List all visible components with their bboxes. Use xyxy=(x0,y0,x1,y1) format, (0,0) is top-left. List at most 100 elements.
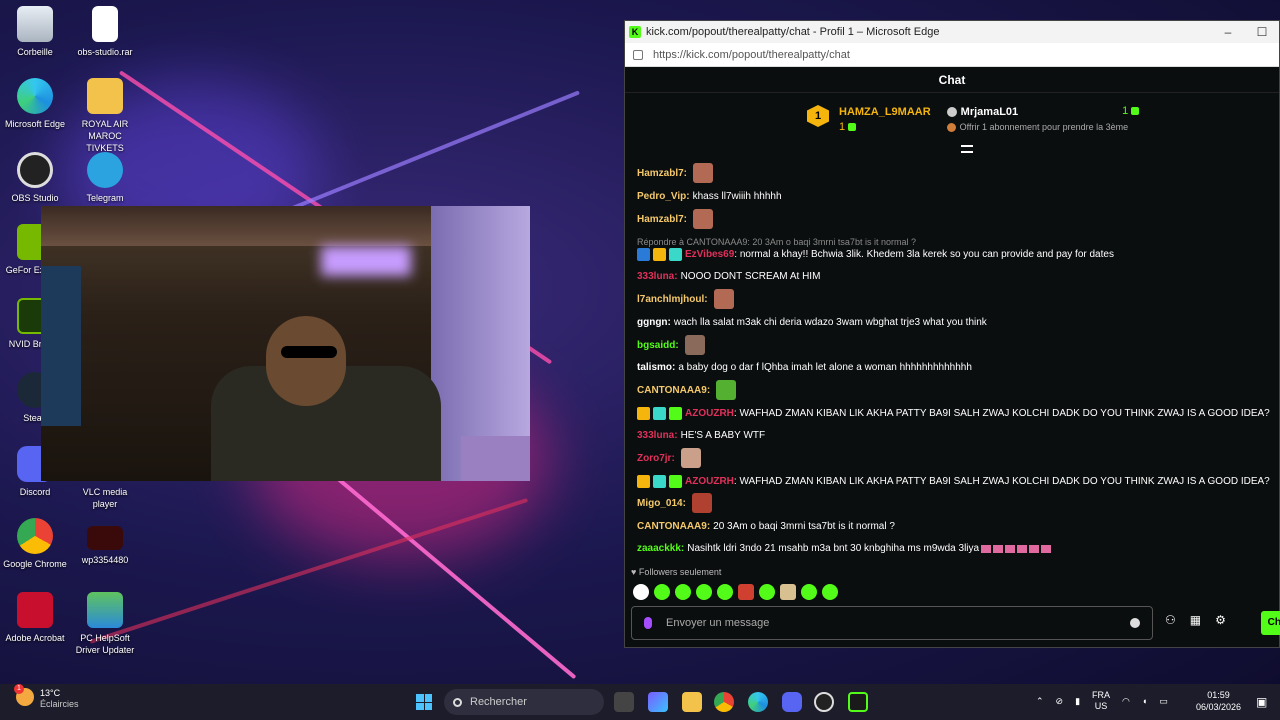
microphone-icon[interactable] xyxy=(644,617,652,629)
emote-icon[interactable] xyxy=(780,584,796,600)
chair xyxy=(461,436,530,481)
gift-cta[interactable]: Offrir 1 abonnement pour prendre la 3ème xyxy=(960,122,1128,132)
desktop-icon-wallpaper-file[interactable]: wp3354480 xyxy=(71,518,139,566)
volume-icon[interactable]: ◖ xyxy=(1142,696,1147,706)
microphone-tray-icon[interactable]: ▮ xyxy=(1075,696,1080,707)
desktop-icon-obs-rar[interactable]: obs-studio.rar xyxy=(71,6,139,58)
emote-icon[interactable] xyxy=(801,584,817,600)
send-button[interactable]: Ch xyxy=(1261,611,1280,635)
emote-icon xyxy=(993,544,1004,553)
chat-input-box[interactable] xyxy=(631,606,1153,640)
edge-taskbar-icon[interactable] xyxy=(748,692,768,712)
notification-badge: 1 xyxy=(14,684,24,694)
emote-icon xyxy=(1041,544,1052,553)
emote-icon[interactable] xyxy=(633,584,649,600)
wifi-icon[interactable]: ◠ xyxy=(1122,696,1130,707)
emote-icon[interactable] xyxy=(759,584,775,600)
verified-badge-icon xyxy=(637,248,650,261)
chat-message[interactable]: ggngn: wach lla salat m3ak chi deria wdaz… xyxy=(637,317,987,328)
weather-status: Éclaircies xyxy=(40,699,79,709)
chat-message[interactable]: AZOUZRH: WAFHAD ZMAN KIBAN LIK AKHA PATT… xyxy=(637,407,1270,420)
copilot-icon[interactable] xyxy=(648,692,668,712)
language-indicator[interactable]: FRA US xyxy=(1092,690,1110,712)
chat-tools: ⚇ ▦ ⚙ xyxy=(1165,613,1226,627)
notifications-icon[interactable]: ▣ xyxy=(1256,695,1267,709)
minimize-button[interactable]: – xyxy=(1211,25,1245,39)
network-off-icon[interactable]: ⊘ xyxy=(1056,696,1064,707)
followers-only-notice: ♥ Followers seulement xyxy=(631,567,722,577)
browser-window: K kick.com/popout/therealpatty/chat - Pr… xyxy=(624,20,1280,648)
gift-icon xyxy=(848,123,857,132)
weather-widget[interactable]: 1 13°C Éclaircies xyxy=(14,684,79,710)
top-gifter-name[interactable]: HAMZA_L9MAAR xyxy=(839,105,931,120)
gift-badge-icon xyxy=(669,475,682,488)
emote-icon xyxy=(693,163,714,183)
battery-icon[interactable]: ▭ xyxy=(1159,696,1168,707)
chat-message[interactable]: Pedro_Vip: khass ll7wiiih hhhhh xyxy=(637,191,782,202)
chat-message[interactable]: l7anchlmjhoul: xyxy=(637,289,734,309)
chat-message[interactable]: Hamzabl7: xyxy=(637,209,714,229)
collapse-menu-icon[interactable] xyxy=(961,145,973,153)
chat-message[interactable]: Hamzabl7: xyxy=(637,163,714,183)
discord-taskbar-icon[interactable] xyxy=(782,692,802,712)
file-explorer-icon[interactable] xyxy=(682,692,702,712)
emote-icon[interactable] xyxy=(822,584,838,600)
chat-message[interactable]: Migo_014: xyxy=(637,493,712,513)
edge-icon xyxy=(17,78,53,114)
desktop-icon-telegram[interactable]: Telegram xyxy=(71,152,139,204)
connections-icon[interactable]: ⚇ xyxy=(1165,613,1176,627)
emote-icon[interactable] xyxy=(654,584,670,600)
chat-message[interactable]: zaaackkk: Nasihtk ldri 3ndo 21 msahb m3a … xyxy=(637,543,1052,554)
desktop-icon-obs[interactable]: OBS Studio xyxy=(1,152,69,204)
person-head xyxy=(266,316,346,406)
chat-message-input[interactable] xyxy=(666,617,1130,629)
chrome-taskbar-icon[interactable] xyxy=(714,692,734,712)
emote-icon xyxy=(981,544,992,553)
folder-icon xyxy=(87,78,123,114)
obs-taskbar-icon[interactable] xyxy=(814,692,834,712)
chat-message[interactable]: Zoro7jr: xyxy=(637,448,701,468)
desktop-icon-royal-air-maroc[interactable]: ROYAL AIR MAROC TIVKETS xyxy=(71,78,139,154)
emote-icon[interactable] xyxy=(717,584,733,600)
settings-icon[interactable]: ⚙ xyxy=(1215,613,1226,627)
chat-message[interactable]: bgsaidd: xyxy=(637,335,705,355)
recycle-bin-icon xyxy=(17,6,53,42)
desktop-icon-acrobat[interactable]: Adobe Acrobat xyxy=(1,592,69,644)
subscriber-badge-icon xyxy=(653,407,666,420)
browser-titlebar[interactable]: K kick.com/popout/therealpatty/chat - Pr… xyxy=(625,21,1279,43)
chat-message[interactable]: 333luna: HE'S A BABY WTF xyxy=(637,430,765,441)
desktop-icon-edge[interactable]: Microsoft Edge xyxy=(1,78,69,130)
emote-icon xyxy=(1017,544,1028,553)
taskbar-search[interactable]: Rechercher xyxy=(444,689,604,715)
chat-message[interactable]: CANTONAAA9: 20 3Am o baqi 3mrni tsa7bt is… xyxy=(637,521,895,532)
chat-message[interactable]: 333luna: NOOO DONT SCREAM At HIM xyxy=(637,271,820,282)
reply-context[interactable]: Répondre à CANTONAAA9: 20 3Am o baqi 3mr… xyxy=(637,237,916,247)
chat-message[interactable]: talismo: a baby dog o dar f lQhba imah le… xyxy=(637,362,972,373)
desktop-icon-helpsoft[interactable]: PC HelpSoft Driver Updater xyxy=(71,592,139,656)
address-bar[interactable]: https://kick.com/popout/therealpatty/cha… xyxy=(625,43,1279,67)
task-view-icon[interactable] xyxy=(614,692,634,712)
subscriber-badge-icon xyxy=(653,475,666,488)
chevron-up-icon[interactable]: ⌃ xyxy=(1036,696,1044,707)
desktop-icon-recycle-bin[interactable]: Corbeille xyxy=(1,6,69,58)
kick-taskbar-icon[interactable] xyxy=(848,692,868,712)
driver-updater-icon xyxy=(87,592,123,628)
emote-icon[interactable] xyxy=(675,584,691,600)
emote-icon[interactable] xyxy=(738,584,754,600)
store-icon[interactable]: ▦ xyxy=(1190,613,1201,627)
subscriber-badge-icon xyxy=(669,248,682,261)
webcam-overlay xyxy=(41,206,530,481)
chat-message[interactable]: EzVibes69: normal a khay!! Bchwia 3lik. … xyxy=(637,248,1114,261)
maximize-button[interactable]: ☐ xyxy=(1245,25,1279,39)
start-button[interactable] xyxy=(416,694,432,710)
emote-icon[interactable] xyxy=(696,584,712,600)
weather-icon: 1 xyxy=(14,684,34,706)
clock[interactable]: 01:59 06/03/2026 xyxy=(1196,689,1241,713)
chat-message[interactable]: AZOUZRH: WAFHAD ZMAN KIBAN LIK AKHA PATT… xyxy=(637,475,1270,488)
second-gifter-name[interactable]: MrjamaL01 xyxy=(961,106,1018,118)
desktop-icon-chrome[interactable]: Google Chrome xyxy=(1,518,69,570)
emoji-picker-icon[interactable] xyxy=(1130,618,1140,628)
temperature: 13°C xyxy=(40,688,61,698)
emote-icon xyxy=(684,335,705,355)
chat-message[interactable]: CANTONAAA9: xyxy=(637,380,737,400)
